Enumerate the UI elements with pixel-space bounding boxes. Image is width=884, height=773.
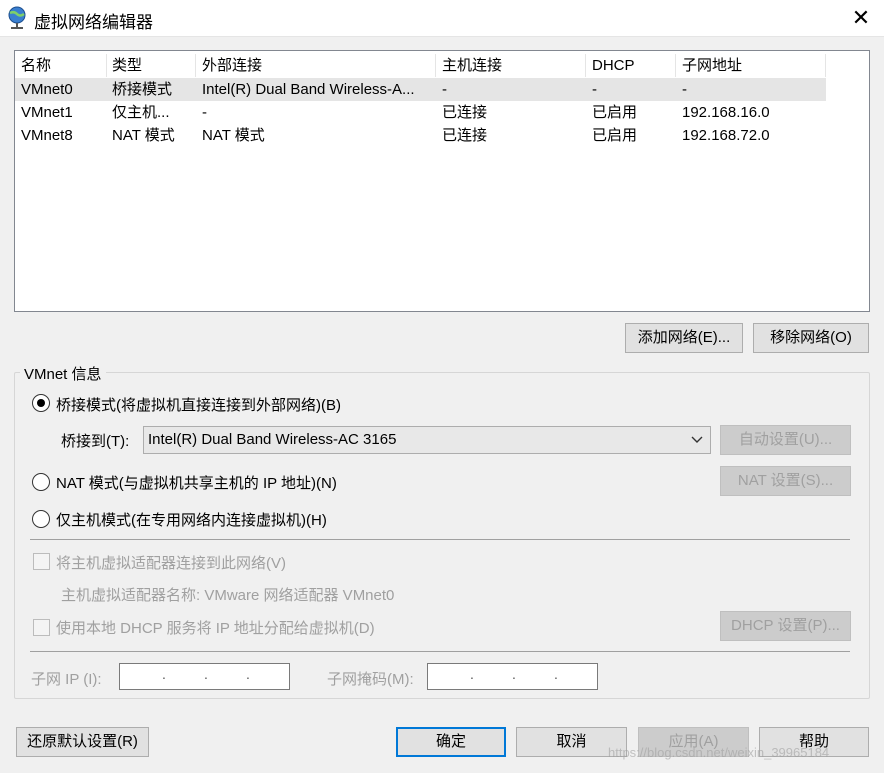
cell-external: NAT 模式 [202, 127, 265, 144]
host-only-mode-radio[interactable] [32, 510, 50, 528]
cell-name: VMnet1 [21, 104, 73, 121]
cell-external: - [202, 104, 207, 121]
cell-external: Intel(R) Dual Band Wireless-A... [202, 81, 415, 98]
cell-host: 已连接 [442, 104, 488, 121]
ip-separator: . [162, 666, 166, 682]
vmnet-info-group [14, 372, 870, 699]
network-globe-icon [8, 6, 26, 29]
ip-separator: . [204, 666, 208, 682]
ip-separator: . [470, 666, 474, 682]
dhcp-label[interactable]: 使用本地 DHCP 服务将 IP 地址分配给虚拟机(D) [56, 617, 375, 638]
ok-button[interactable]: 确定 [396, 727, 506, 757]
bridged-mode-label[interactable]: 桥接模式(将虚拟机直接连接到外部网络)(B) [56, 394, 341, 415]
vmnet-info-title: VMnet 信息 [20, 363, 106, 384]
column-header-external[interactable]: 外部连接 [196, 54, 436, 77]
cell-type: 仅主机... [112, 104, 170, 121]
cell-dhcp: 已启用 [592, 127, 638, 144]
cell-subnet: 192.168.16.0 [682, 104, 770, 121]
table-row[interactable]: VMnet8 NAT 模式 NAT 模式 已连接 已启用 192.168.72.… [15, 124, 826, 147]
nat-mode-label[interactable]: NAT 模式(与虚拟机共享主机的 IP 地址)(N) [56, 472, 337, 493]
chevron-down-icon [691, 436, 703, 443]
cell-type: NAT 模式 [112, 127, 175, 144]
nat-settings-button[interactable]: NAT 设置(S)... [720, 466, 851, 496]
ip-separator: . [554, 666, 558, 682]
host-only-mode-label[interactable]: 仅主机模式(在专用网络内连接虚拟机)(H) [56, 509, 327, 530]
close-button[interactable]: ✕ [838, 0, 884, 37]
adapter-name-label: 主机虚拟适配器名称: VMware 网络适配器 VMnet0 [61, 587, 395, 604]
subnet-mask-label: 子网掩码(M): [327, 671, 414, 688]
close-icon: ✕ [851, 5, 871, 30]
cell-host: 已连接 [442, 127, 488, 144]
ip-separator: . [246, 666, 250, 682]
window-title: 虚拟网络编辑器 [34, 13, 153, 32]
nat-mode-radio[interactable] [32, 473, 50, 491]
subnet-ip-field[interactable]: . . . [119, 663, 290, 690]
column-header-type[interactable]: 类型 [106, 54, 196, 77]
divider [30, 539, 850, 540]
cell-name: VMnet0 [21, 81, 73, 98]
cell-host: - [442, 81, 447, 98]
restore-defaults-button[interactable]: 还原默认设置(R) [16, 727, 149, 757]
add-network-button[interactable]: 添加网络(E)... [625, 323, 743, 353]
cell-dhcp: 已启用 [592, 104, 638, 121]
auto-settings-button[interactable]: 自动设置(U)... [720, 425, 851, 455]
cell-dhcp: - [592, 81, 597, 98]
column-header-host[interactable]: 主机连接 [436, 54, 586, 77]
connect-adapter-label[interactable]: 将主机虚拟适配器连接到此网络(V) [56, 552, 286, 573]
cell-name: VMnet8 [21, 127, 73, 144]
column-header-subnet[interactable]: 子网地址 [676, 54, 826, 77]
divider [30, 651, 850, 652]
dhcp-settings-button[interactable]: DHCP 设置(P)... [720, 611, 851, 641]
network-list[interactable]: 名称 类型 外部连接 主机连接 DHCP 子网地址 VMnet0 桥接模式 In… [14, 50, 870, 312]
cell-subnet: 192.168.72.0 [682, 127, 770, 144]
remove-network-button[interactable]: 移除网络(O) [753, 323, 869, 353]
cell-subnet: - [682, 81, 687, 98]
table-row[interactable]: VMnet1 仅主机... - 已连接 已启用 192.168.16.0 [15, 101, 826, 124]
ip-separator: . [512, 666, 516, 682]
column-header-dhcp[interactable]: DHCP [586, 54, 676, 77]
connect-adapter-checkbox[interactable] [33, 553, 50, 570]
subnet-ip-label: 子网 IP (I): [31, 671, 102, 688]
cell-type: 桥接模式 [112, 81, 173, 98]
dhcp-checkbox[interactable] [33, 619, 50, 636]
bridge-to-select[interactable]: Intel(R) Dual Band Wireless-AC 3165 [143, 426, 711, 454]
column-header-name[interactable]: 名称 [15, 54, 107, 77]
subnet-mask-field[interactable]: . . . [427, 663, 598, 690]
watermark: https://blog.csdn.net/weixin_39965184 [608, 745, 830, 760]
title-bar: 虚拟网络编辑器 ✕ [0, 0, 884, 37]
bridge-to-value: Intel(R) Dual Band Wireless-AC 3165 [148, 431, 397, 448]
bridged-mode-radio[interactable] [32, 394, 50, 412]
bridge-to-label: 桥接到(T): [61, 433, 130, 450]
table-row[interactable]: VMnet0 桥接模式 Intel(R) Dual Band Wireless-… [15, 78, 826, 101]
